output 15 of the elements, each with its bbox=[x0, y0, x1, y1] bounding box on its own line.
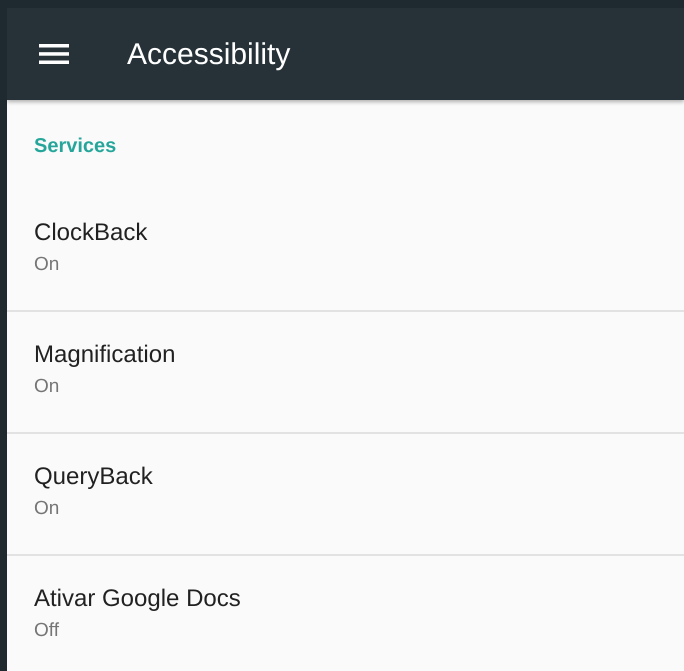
section-header: Services bbox=[34, 135, 116, 157]
settings-item[interactable]: Ativar Google Docs Off bbox=[7, 556, 684, 671]
menu-icon[interactable] bbox=[39, 44, 69, 64]
item-summary: Off bbox=[34, 620, 59, 641]
item-summary: On bbox=[34, 376, 60, 397]
settings-item[interactable]: ClockBack On bbox=[7, 190, 684, 312]
settings-item[interactable]: QueryBack On bbox=[7, 434, 684, 556]
settings-item[interactable]: Magnification On bbox=[7, 312, 684, 434]
item-title: QueryBack bbox=[34, 463, 153, 490]
item-summary: On bbox=[34, 498, 60, 519]
item-title: Magnification bbox=[34, 341, 176, 368]
item-title: ClockBack bbox=[34, 219, 148, 246]
screen-title: Accessibility bbox=[127, 36, 290, 72]
item-title: Ativar Google Docs bbox=[34, 585, 241, 612]
item-summary: On bbox=[34, 254, 60, 275]
